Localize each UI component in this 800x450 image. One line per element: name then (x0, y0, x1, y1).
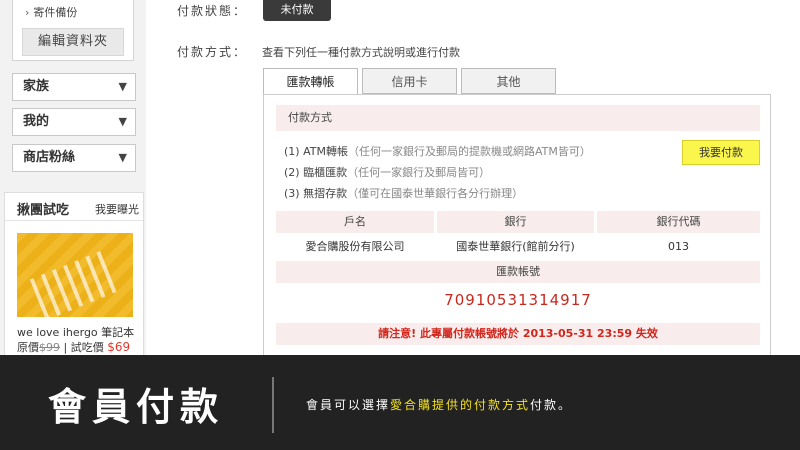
account-number: 70910531314917 (444, 291, 592, 309)
option-counter: (2) 臨櫃匯款（任何一家銀行及郵局皆可） (284, 164, 490, 180)
table-cell-account-name: 愛合購股份有限公司 (305, 240, 405, 253)
chevron-down-icon: ▼ (118, 151, 127, 164)
option-note: （任何一家銀行及郵局的提款機或網路ATM皆可） (347, 145, 591, 158)
chevron-right-icon: › (25, 6, 30, 19)
tab-other[interactable]: 其他 (461, 68, 556, 94)
sidebar-dropdown-mine[interactable]: 我的 ▼ (12, 108, 136, 136)
chevron-down-icon: ▼ (118, 80, 127, 93)
trial-header: 揪團試吃 我要曝光 (5, 193, 143, 221)
caption-bar: 會員付款 會員可以選擇愛合購提供的付款方式付款。 (0, 355, 800, 450)
option-label: (3) 無摺存款 (284, 187, 348, 200)
payment-method-description: 查看下列任一種付款方式說明或進行付款 (262, 46, 460, 59)
caption-title: 會員付款 (48, 385, 225, 429)
original-price: $99 (39, 341, 60, 354)
option-label: (1) ATM轉帳 (284, 145, 348, 158)
dropdown-label: 我的 (23, 114, 50, 129)
payment-method-label: 付款方式： (177, 45, 248, 59)
product-name[interactable]: we love ihergo 筆記本 (17, 324, 134, 340)
account-number-header: 匯款帳號 (276, 261, 760, 283)
panel-header: 付款方式 (276, 105, 760, 131)
original-price-label: 原價 (17, 341, 39, 354)
pay-button[interactable]: 我要付款 (682, 140, 760, 165)
payment-status-label: 付款狀態： (177, 4, 248, 18)
table-header-bank-code: 銀行代碼 (597, 211, 760, 233)
product-image[interactable] (17, 233, 133, 317)
caption-highlight: 愛合購提供的付款方式 (390, 398, 531, 412)
trial-price-label: 試吃價 (70, 341, 104, 354)
status-badge: 未付款 (263, 0, 331, 21)
table-cell-bank: 國泰世華銀行(館前分行) (456, 240, 575, 253)
dropdown-label: 商店粉絲 (23, 150, 76, 165)
table-cell-bank-code: 013 (668, 240, 689, 253)
trial-price: $69 (107, 340, 131, 354)
sidebar: › 寄件備份 編輯資料夾 家族 ▼ 我的 ▼ 商店粉絲 ▼ 揪團試吃 我要曝光 w… (0, 0, 146, 360)
sidebar-dropdown-shop-fans[interactable]: 商店粉絲 ▼ (12, 144, 136, 172)
option-label: (2) 臨櫃匯款 (284, 166, 348, 179)
trial-title: 揪團試吃 (17, 203, 70, 218)
price-separator: | (60, 341, 71, 354)
chevron-down-icon: ▼ (118, 115, 127, 128)
caption-text-end: 付款。 (530, 398, 573, 412)
tab-credit-card[interactable]: 信用卡 (362, 68, 457, 94)
table-header-account-name: 戶名 (276, 211, 434, 233)
dropdown-label: 家族 (23, 79, 50, 94)
option-note: （僅可在國泰世華銀行各分行辦理） (347, 187, 524, 200)
table-header-bank: 銀行 (437, 211, 594, 233)
option-cash-deposit: (3) 無摺存款（僅可在國泰世華銀行各分行辦理） (284, 185, 523, 201)
sidebar-item-label: 寄件備份 (33, 6, 78, 19)
tab-bank-transfer[interactable]: 匯款轉帳 (263, 68, 358, 95)
caption-text: 會員可以選擇愛合購提供的付款方式付款。 (306, 396, 572, 413)
group-trial-box: 揪團試吃 我要曝光 we love ihergo 筆記本 原價$99 | 試吃價… (4, 192, 144, 360)
edit-folder-button[interactable]: 編輯資料夾 (22, 28, 124, 56)
folder-box: › 寄件備份 編輯資料夾 (12, 0, 134, 61)
option-note: （任何一家銀行及郵局皆可） (347, 166, 491, 179)
option-atm: (1) ATM轉帳（任何一家銀行及郵局的提款機或網路ATM皆可） (284, 143, 591, 159)
expiry-warning: 請注意! 此專屬付款帳號將於 2013-05-31 23:59 失效 (276, 323, 760, 345)
trial-expose-link[interactable]: 我要曝光 (95, 201, 139, 217)
sidebar-dropdown-family[interactable]: 家族 ▼ (12, 73, 136, 101)
sidebar-item-backup[interactable]: › 寄件備份 (25, 4, 77, 20)
caption-divider (272, 377, 274, 433)
caption-text-start: 會員可以選擇 (306, 398, 391, 412)
product-price: 原價$99 | 試吃價 $69 (17, 339, 130, 355)
payment-panel: 付款方式 (1) ATM轉帳（任何一家銀行及郵局的提款機或網路ATM皆可） (2… (263, 94, 771, 360)
